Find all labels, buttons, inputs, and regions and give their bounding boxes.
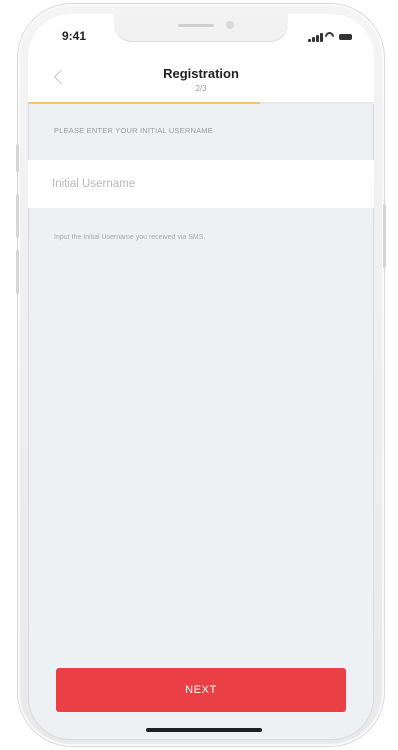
wifi-icon (323, 30, 336, 43)
signal-icon (312, 37, 315, 42)
device-notch (114, 14, 288, 42)
next-button[interactable]: NEXT (56, 668, 346, 712)
phone-side-button (16, 250, 19, 294)
phone-side-button (16, 194, 19, 238)
phone-side-button (383, 204, 386, 268)
username-input-row (28, 160, 374, 208)
signal-icon (316, 35, 319, 42)
device-screen: 9:41 Registration 2/3 PLEASE ENTER YOUR … (28, 14, 374, 740)
app-canvas: 9:41 Registration 2/3 PLEASE ENTER YOUR … (0, 0, 398, 750)
section-label: PLEASE ENTER YOUR INITIAL USERNAME (54, 126, 213, 135)
step-indicator: 2/3 (195, 84, 207, 93)
battery-icon (339, 34, 352, 40)
home-indicator (146, 728, 262, 732)
page-title: Registration (163, 66, 239, 81)
progress-fill (28, 102, 260, 104)
progress-track (28, 102, 374, 104)
speaker-icon (178, 24, 214, 27)
status-time: 9:41 (62, 29, 87, 43)
camera-icon (226, 21, 234, 29)
username-input[interactable] (52, 172, 342, 196)
phone-side-button (16, 144, 19, 172)
status-icons (308, 30, 352, 43)
signal-icon (308, 39, 311, 42)
signal-icon (320, 33, 323, 42)
helper-text: Input the Initial Username you received … (54, 234, 206, 241)
